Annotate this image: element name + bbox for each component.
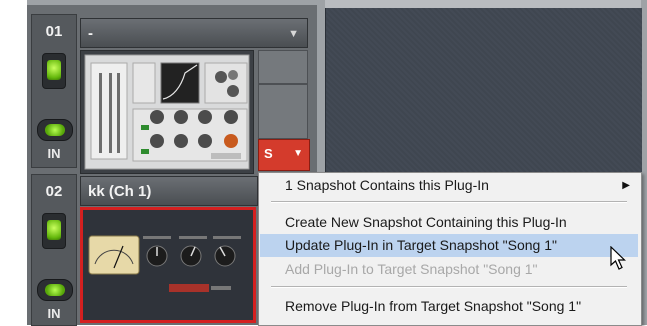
insert-name-dropdown-01[interactable]: - ▼ (80, 18, 308, 48)
insert-name: kk (Ch 1) (88, 183, 152, 200)
channel-strip-plugin-graphic (83, 210, 253, 320)
select-led-icon (47, 220, 61, 240)
panel-top-strip (325, 0, 641, 8)
menu-item-label: Remove Plug-In from Target Snapshot "Son… (285, 298, 582, 314)
channel-strip-02: 02 IN (31, 174, 77, 326)
insert-slot-b[interactable] (258, 84, 308, 139)
menu-item-add-plugin: Add Plug-In to Target Snapshot "Song 1" (260, 258, 638, 281)
menu-item-label: Update Plug-In in Target Snapshot "Song … (285, 237, 557, 253)
mouse-pointer-icon (610, 246, 626, 270)
insert-slot-a[interactable] (258, 50, 308, 84)
in-led-icon (45, 284, 65, 296)
channel-select-button[interactable] (42, 213, 66, 249)
snapshot-menu-button[interactable]: S ▼ (258, 139, 310, 171)
compressor-plugin-graphic (84, 54, 250, 170)
channel-strip-01: 01 IN (31, 14, 77, 168)
submenu-arrow-icon: ▶ (622, 180, 630, 191)
channel-number: 02 (45, 183, 63, 200)
menu-item-create-snapshot[interactable]: Create New Snapshot Containing this Plug… (260, 211, 638, 234)
insert-in-button[interactable] (37, 119, 73, 141)
channel-number: 01 (45, 23, 63, 40)
plugin-thumbnail-compressor[interactable] (80, 50, 254, 174)
in-label: IN (47, 306, 61, 321)
select-led-icon (47, 60, 61, 80)
snapshot-button-label: S (264, 146, 273, 161)
in-led-icon (45, 124, 65, 136)
insert-name-dropdown-02[interactable]: kk (Ch 1) (80, 176, 258, 206)
chevron-down-icon: ▼ (293, 148, 303, 159)
menu-item-label: Create New Snapshot Containing this Plug… (285, 214, 567, 230)
menu-separator (271, 201, 627, 203)
menu-item-remove-plugin[interactable]: Remove Plug-In from Target Snapshot "Son… (260, 295, 638, 318)
menu-item-update-plugin[interactable]: Update Plug-In in Target Snapshot "Song … (260, 234, 638, 257)
snapshot-context-menu: 1 Snapshot Contains this Plug-In ▶ Creat… (258, 172, 642, 326)
in-label: IN (47, 146, 61, 161)
menu-separator (271, 286, 627, 288)
channel-select-button[interactable] (42, 53, 66, 89)
insert-in-button[interactable] (37, 279, 73, 301)
insert-name: - (88, 25, 93, 42)
menu-item-snapshot-contains[interactable]: 1 Snapshot Contains this Plug-In ▶ (260, 174, 638, 197)
menu-item-label: 1 Snapshot Contains this Plug-In (285, 177, 489, 193)
chevron-down-icon: ▼ (288, 28, 299, 40)
menu-item-label: Add Plug-In to Target Snapshot "Song 1" (285, 261, 538, 277)
plugin-thumbnail-channel-strip[interactable] (80, 207, 256, 323)
